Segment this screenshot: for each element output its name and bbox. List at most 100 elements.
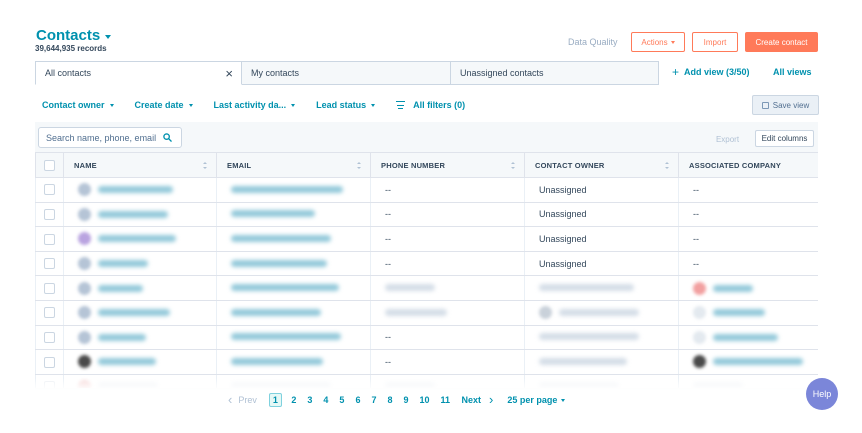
row-checkbox[interactable] [44, 356, 55, 368]
sort-icon [511, 162, 515, 169]
owner-cell[interactable]: Unassigned [524, 177, 679, 203]
next-page-button[interactable]: Next › [462, 393, 494, 406]
company-cell[interactable] [678, 349, 818, 375]
phone-cell: -- [370, 202, 525, 228]
row-checkbox[interactable] [44, 307, 55, 319]
email-cell[interactable] [216, 349, 371, 375]
owner-cell[interactable] [524, 275, 679, 301]
export-button[interactable]: Export [706, 131, 749, 147]
page-3-button[interactable]: 3 [307, 395, 312, 405]
filter-last-activity-date[interactable]: Last activity da... [214, 100, 296, 110]
column-label: NAME [74, 160, 97, 170]
email-cell[interactable] [216, 275, 371, 301]
table-row[interactable]: -- Unassigned -- [35, 251, 818, 277]
filter-lead-status[interactable]: Lead status [316, 100, 376, 110]
name-cell[interactable] [63, 349, 217, 375]
owner-cell[interactable]: Unassigned [524, 226, 679, 252]
owner-cell[interactable] [524, 325, 679, 351]
table-row[interactable] [35, 275, 818, 301]
name-cell[interactable] [63, 251, 217, 277]
email-cell[interactable] [216, 251, 371, 277]
tab-my-contacts[interactable]: My contacts [242, 61, 451, 85]
name-cell[interactable] [63, 300, 217, 326]
search-box[interactable] [38, 127, 182, 148]
object-selector[interactable]: Contacts [36, 27, 112, 44]
avatar [539, 306, 552, 320]
column-label: PHONE NUMBER [381, 160, 446, 170]
create-contact-button[interactable]: Create contact [745, 32, 818, 52]
per-page-select[interactable]: 25 per page [507, 395, 566, 405]
page-4-button[interactable]: 4 [323, 395, 328, 405]
company-cell[interactable] [678, 300, 818, 326]
page-2-button[interactable]: 2 [291, 395, 296, 405]
redacted-name [98, 333, 146, 341]
email-cell[interactable] [216, 202, 371, 228]
email-cell[interactable] [216, 300, 371, 326]
name-cell[interactable] [63, 177, 217, 203]
column-header-email[interactable]: EMAIL [216, 152, 371, 178]
row-checkbox[interactable] [44, 184, 55, 196]
email-cell[interactable] [216, 177, 371, 203]
row-checkbox[interactable] [44, 282, 55, 294]
prev-page-button[interactable]: ‹ Prev [228, 393, 257, 406]
filter-label: Contact owner [42, 100, 105, 110]
page-6-button[interactable]: 6 [355, 395, 360, 405]
table-row[interactable]: -- [35, 349, 818, 375]
filter-contact-owner[interactable]: Contact owner [42, 100, 114, 110]
row-checkbox[interactable] [44, 233, 55, 245]
table-row[interactable]: -- Unassigned -- [35, 226, 818, 252]
company-cell[interactable] [678, 325, 818, 351]
edit-columns-button[interactable]: Edit columns [755, 130, 814, 147]
page-8-button[interactable]: 8 [387, 395, 392, 405]
import-button[interactable]: Import [692, 32, 738, 52]
name-cell[interactable] [63, 226, 217, 252]
table-row[interactable]: -- Unassigned -- [35, 177, 818, 203]
select-all-checkbox[interactable] [44, 159, 55, 171]
name-cell[interactable] [63, 202, 217, 228]
name-cell[interactable] [63, 275, 217, 301]
search-icon[interactable] [163, 133, 172, 142]
row-checkbox[interactable] [44, 258, 55, 270]
filter-create-date[interactable]: Create date [135, 100, 193, 110]
add-view-button[interactable]: + Add view (3/50) [672, 66, 750, 78]
page-10-button[interactable]: 10 [420, 395, 430, 405]
row-checkbox[interactable] [44, 331, 55, 343]
actions-button[interactable]: Actions [631, 32, 685, 52]
help-button[interactable]: Help [806, 378, 838, 410]
page-9-button[interactable]: 9 [403, 395, 408, 405]
owner-cell[interactable]: Unassigned [524, 251, 679, 277]
all-views-link[interactable]: All views [773, 67, 812, 77]
close-icon[interactable]: × [225, 67, 233, 80]
phone-cell: -- [370, 349, 525, 375]
row-checkbox-cell [35, 177, 64, 203]
record-count: 39,644,935 records [35, 44, 107, 53]
sort-icon [357, 162, 361, 169]
column-header-name[interactable]: NAME [63, 152, 217, 178]
page-11-button[interactable]: 11 [441, 395, 451, 405]
owner-cell[interactable] [524, 300, 679, 326]
company-cell[interactable] [678, 275, 818, 301]
page-1-button[interactable]: 1 [268, 393, 282, 407]
chevron-down-icon [105, 34, 112, 39]
search-input[interactable] [46, 132, 158, 143]
avatar [78, 183, 91, 197]
tab-all-contacts[interactable]: All contacts × [35, 61, 242, 85]
row-checkbox[interactable] [44, 208, 55, 220]
owner-cell[interactable] [524, 349, 679, 375]
page-7-button[interactable]: 7 [371, 395, 376, 405]
column-header-phone[interactable]: PHONE NUMBER [370, 152, 525, 178]
column-header-company[interactable]: ASSOCIATED COMPANY [678, 152, 818, 178]
save-view-button[interactable]: Save view [752, 95, 819, 115]
name-cell[interactable] [63, 325, 217, 351]
tab-unassigned-contacts[interactable]: Unassigned contacts [451, 61, 659, 85]
owner-cell[interactable]: Unassigned [524, 202, 679, 228]
table-row[interactable]: -- [35, 325, 818, 351]
all-filters-button[interactable]: All filters (0) [396, 100, 465, 110]
email-cell[interactable] [216, 325, 371, 351]
column-header-owner[interactable]: CONTACT OWNER [524, 152, 679, 178]
page-5-button[interactable]: 5 [339, 395, 344, 405]
table-row[interactable] [35, 300, 818, 326]
data-quality-link[interactable]: Data Quality [568, 37, 618, 47]
table-row[interactable]: -- Unassigned -- [35, 202, 818, 228]
email-cell[interactable] [216, 226, 371, 252]
